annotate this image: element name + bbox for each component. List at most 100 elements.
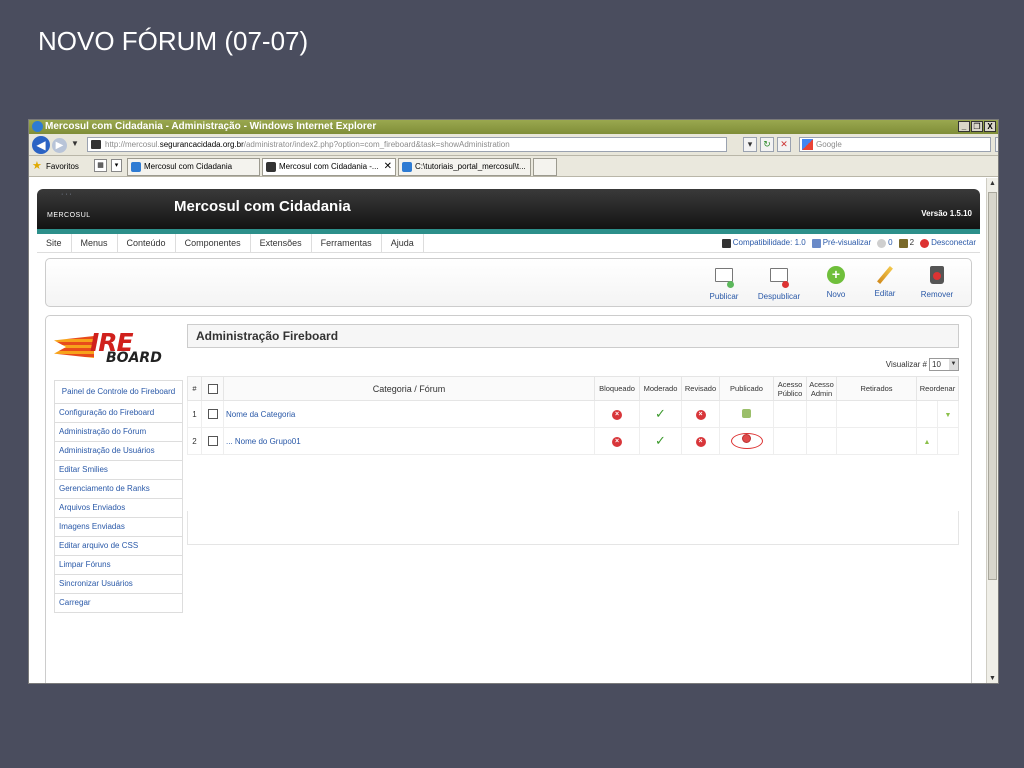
- back-button[interactable]: ◀: [32, 136, 50, 154]
- logout-link[interactable]: Desconectar: [920, 238, 976, 248]
- maximize-button[interactable]: ❐: [971, 121, 983, 132]
- publish-button[interactable]: Publicar: [699, 265, 749, 301]
- blocked-no-icon[interactable]: ×: [612, 409, 622, 420]
- joomla-page-icon: [266, 162, 276, 172]
- joomla-icon: [721, 238, 731, 248]
- sidebar-item-css[interactable]: Editar arquivo de CSS: [54, 537, 183, 556]
- moderated-yes-icon[interactable]: ✓: [655, 433, 666, 448]
- tab-tutoriais[interactable]: C:\tutoriais_portal_mercosul\t...: [398, 158, 531, 176]
- history-dropdown-icon[interactable]: ▼: [71, 139, 79, 148]
- row-number: 2: [187, 427, 202, 455]
- menu-ferramentas[interactable]: Ferramentas: [312, 233, 382, 253]
- page-size-select[interactable]: 10 ▼: [929, 358, 959, 371]
- blocked-no-icon[interactable]: ×: [612, 436, 622, 447]
- col-admin-access[interactable]: Acesso Admin: [806, 376, 837, 401]
- remove-button[interactable]: Remover: [912, 265, 962, 299]
- public-access-cell: [773, 427, 807, 455]
- tab-mercosul[interactable]: Mercosul com Cidadania: [127, 158, 260, 176]
- favorites-label[interactable]: Favoritos: [46, 162, 79, 171]
- col-public-access[interactable]: Acesso Público: [773, 376, 807, 401]
- col-select-all: [201, 376, 224, 401]
- menu-extensoes[interactable]: Extensões: [251, 233, 312, 253]
- menu-menus[interactable]: Menus: [72, 233, 118, 253]
- edit-button[interactable]: Editar: [860, 265, 910, 298]
- search-input[interactable]: Google: [799, 137, 991, 152]
- tab-mercosul-admin[interactable]: Mercosul com Cidadania -... ✕: [262, 158, 396, 176]
- row-checkbox[interactable]: [207, 409, 218, 419]
- forum-table: # Categoria / Fórum Bloqueado Moderado R…: [187, 376, 959, 455]
- forum-name-link[interactable]: ... Nome do Grupo01: [223, 427, 595, 455]
- quick-tabs-icon[interactable]: ▦: [94, 159, 107, 172]
- google-icon: [802, 139, 813, 150]
- page-size-label: Visualizar #: [885, 360, 927, 369]
- stop-icon[interactable]: ✕: [777, 137, 791, 152]
- col-moderated[interactable]: Moderado: [639, 376, 682, 401]
- users-count[interactable]: 2: [898, 238, 914, 248]
- col-blocked[interactable]: Bloqueado: [594, 376, 640, 401]
- sidebar-item-prune[interactable]: Limpar Fóruns: [54, 556, 183, 575]
- col-retired[interactable]: Retirados: [836, 376, 917, 401]
- sidebar-item-upload[interactable]: Carregar: [54, 594, 183, 613]
- url-host: segurancacidada.org.br: [159, 140, 244, 149]
- sidebar-item-sync-users[interactable]: Sincronizar Usuários: [54, 575, 183, 594]
- menu-componentes[interactable]: Componentes: [176, 233, 251, 253]
- moderated-yes-icon[interactable]: ✓: [655, 406, 666, 421]
- col-category[interactable]: Categoria / Fórum: [223, 376, 595, 401]
- favorites-star-icon[interactable]: ★: [32, 161, 42, 172]
- reviewed-no-icon[interactable]: ×: [695, 436, 706, 447]
- scroll-up-icon[interactable]: ▲: [989, 180, 996, 187]
- move-up-icon[interactable]: ▲: [924, 439, 931, 446]
- url-dropdown-icon[interactable]: ▾: [743, 137, 757, 152]
- admin-access-cell: [806, 400, 837, 428]
- unpublish-button[interactable]: Despublicar: [754, 265, 804, 301]
- minimize-button[interactable]: _: [958, 121, 970, 132]
- close-tab-icon[interactable]: ✕: [384, 159, 392, 175]
- col-published[interactable]: Publicado: [719, 376, 774, 401]
- menu-site[interactable]: Site: [37, 233, 72, 253]
- unpublished-icon[interactable]: [742, 434, 751, 443]
- forward-button[interactable]: ▶: [52, 138, 67, 153]
- window-titlebar: Mercosul com Cidadania - Administração -…: [29, 120, 998, 134]
- new-button[interactable]: + Novo: [811, 265, 861, 299]
- move-down-icon[interactable]: ▼: [945, 412, 952, 419]
- admin-access-cell: [806, 427, 837, 455]
- sidebar-item-ranks[interactable]: Gerenciamento de Ranks: [54, 480, 183, 499]
- sidebar-item-control-panel[interactable]: Painel de Controle do Fireboard: [54, 380, 183, 404]
- sidebar-item-smilies[interactable]: Editar Smilies: [54, 461, 183, 480]
- moderated-cell: ✓: [639, 400, 682, 428]
- fireboard-logo: IRE BOARD: [54, 328, 164, 366]
- select-all-checkbox[interactable]: [207, 383, 218, 394]
- col-reviewed[interactable]: Revisado: [681, 376, 720, 401]
- messages-count[interactable]: 0: [877, 238, 893, 248]
- search-icon[interactable]: ⌕: [995, 137, 998, 152]
- row-checkbox[interactable]: [207, 436, 218, 446]
- refresh-icon[interactable]: ↻: [760, 137, 774, 152]
- menu-ajuda[interactable]: Ajuda: [382, 233, 424, 253]
- vertical-scrollbar[interactable]: ▲ ▼: [986, 178, 998, 683]
- sidebar-item-user-admin[interactable]: Administração de Usuários: [54, 442, 183, 461]
- address-bar: ◀ ▶ ▼ http://mercosul.segurancacidada.or…: [29, 134, 998, 156]
- sidebar-item-files[interactable]: Arquivos Enviados: [54, 499, 183, 518]
- sidebar-item-config[interactable]: Configuração do Fireboard: [54, 404, 183, 423]
- scroll-down-icon[interactable]: ▼: [989, 675, 996, 682]
- close-button[interactable]: X: [984, 121, 996, 132]
- col-reorder[interactable]: Reordenar: [916, 376, 959, 401]
- reviewed-no-icon[interactable]: ×: [695, 409, 706, 420]
- preview-link[interactable]: Pré-visualizar: [811, 238, 871, 248]
- url-input[interactable]: http://mercosul.segurancacidada.org.br/a…: [87, 137, 727, 152]
- scroll-thumb[interactable]: [988, 192, 997, 580]
- sidebar-item-images[interactable]: Imagens Enviadas: [54, 518, 183, 537]
- add-icon: +: [826, 266, 846, 286]
- menu-conteudo[interactable]: Conteúdo: [118, 233, 176, 253]
- published-icon[interactable]: [742, 408, 751, 418]
- users-icon: [898, 238, 908, 248]
- ie-page-icon: [131, 162, 141, 172]
- site-name: Mercosul com Cidadania: [174, 198, 351, 215]
- new-tab-button[interactable]: [533, 158, 557, 176]
- row-select: [201, 400, 224, 428]
- sidebar-item-forum-admin[interactable]: Administração do Fórum: [54, 423, 183, 442]
- tab-list-icon[interactable]: ▾: [111, 159, 122, 172]
- category-name-link[interactable]: Nome da Categoria: [223, 400, 595, 428]
- url-prefix: http://mercosul.: [105, 140, 160, 149]
- trash-icon: [927, 266, 947, 286]
